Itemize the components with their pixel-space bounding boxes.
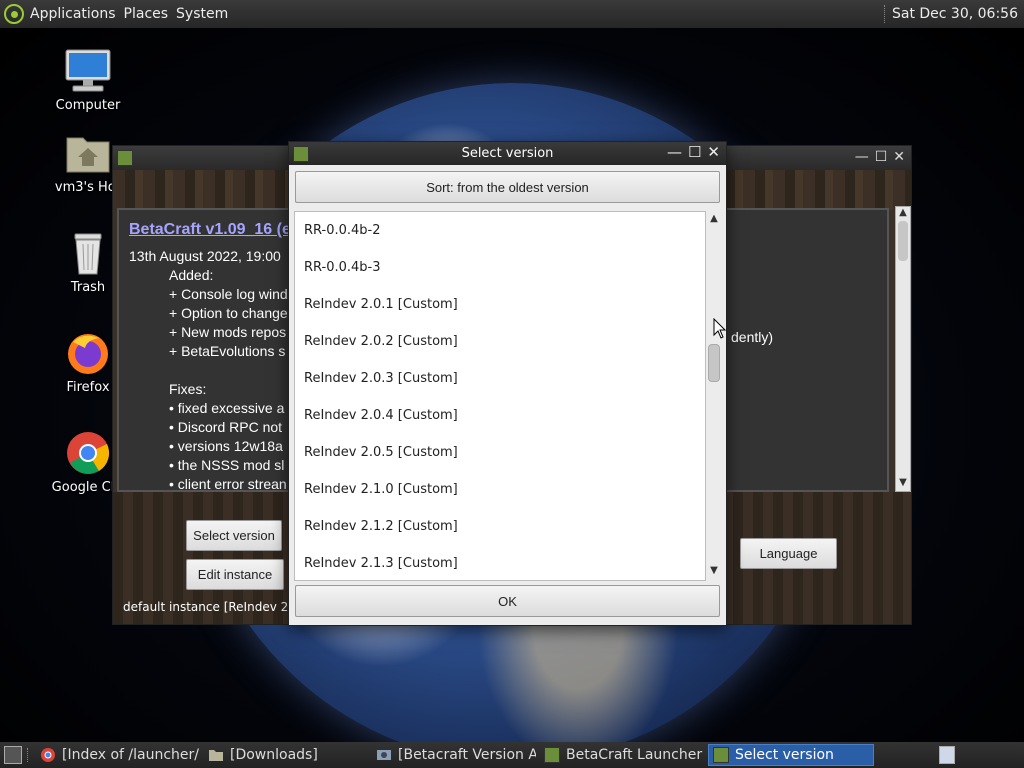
scroll-down-icon[interactable]: ▼ <box>896 477 910 491</box>
scroll-up-icon[interactable]: ▲ <box>706 213 722 227</box>
close-icon[interactable]: ✕ <box>893 149 905 165</box>
version-list-item[interactable]: ReIndev 2.0.1 [Custom] <box>295 286 705 323</box>
changelog-text-fragment: dently) <box>731 329 774 345</box>
desktop-icon-computer[interactable]: Computer <box>38 48 138 113</box>
task-label: [Index of /launcher/... <box>62 747 200 763</box>
chrome-icon <box>41 748 55 762</box>
minimize-icon[interactable]: — <box>855 149 869 165</box>
version-list-item[interactable]: RR-0.0.4b-3 <box>295 249 705 286</box>
version-list-item[interactable]: ReIndev 2.0.4 [Custom] <box>295 397 705 434</box>
version-list-item[interactable]: ReIndev 2.0.3 [Custom] <box>295 360 705 397</box>
version-list-item[interactable]: ReIndev 2.1.2 [Custom] <box>295 508 705 545</box>
version-list[interactable]: RR-0.0.4b-2 RR-0.0.4b-3 ReIndev 2.0.1 [Cus… <box>294 211 706 581</box>
viewer-icon <box>377 750 391 760</box>
betacraft-icon <box>713 747 729 763</box>
scroll-up-icon[interactable]: ▲ <box>896 207 910 221</box>
taskbar-separator <box>27 748 29 762</box>
mouse-cursor-icon <box>713 318 727 339</box>
scrollbar-thumb[interactable] <box>898 221 908 261</box>
version-list-item[interactable]: ReIndev 2.1.0 [Custom] <box>295 471 705 508</box>
scroll-down-icon[interactable]: ▼ <box>706 565 722 579</box>
task-label: BetaCraft Launcher ... <box>566 747 704 763</box>
betacraft-icon <box>293 146 309 162</box>
menu-system[interactable]: System <box>176 6 228 22</box>
workspace-switcher-icon[interactable] <box>939 746 955 764</box>
version-list-item[interactable]: ReIndev 2.0.5 [Custom] <box>295 434 705 471</box>
dialog-titlebar[interactable]: Select version — ☐ ✕ <box>289 142 726 165</box>
panel-separator <box>883 5 886 23</box>
top-panel: Applications Places System Sat Dec 30, 0… <box>0 0 1024 28</box>
folder-icon <box>209 750 223 761</box>
select-version-button[interactable]: Select version <box>186 520 282 551</box>
task-label: [Downloads] <box>230 747 318 763</box>
home-folder-icon <box>63 130 113 176</box>
version-list-item[interactable]: ReIndev 2.0.2 [Custom] <box>295 323 705 360</box>
edit-instance-button[interactable]: Edit instance <box>186 559 284 590</box>
task-chrome-index[interactable]: [Index of /launcher/... <box>36 744 200 766</box>
changelog-scrollbar[interactable]: ▲ ▼ <box>895 206 911 492</box>
desktop-icon-label: Computer <box>55 98 121 113</box>
version-list-scrollbar[interactable]: ▲ ▼ <box>706 211 722 581</box>
scrollbar-thumb[interactable] <box>708 344 720 382</box>
task-betacraft-launcher[interactable]: BetaCraft Launcher ... <box>540 744 704 766</box>
task-downloads[interactable]: [Downloads] <box>204 744 368 766</box>
ok-button[interactable]: OK <box>295 585 720 617</box>
task-label: Select version <box>735 747 834 763</box>
dialog-title: Select version <box>461 146 554 161</box>
menu-applications[interactable]: Applications <box>30 6 116 22</box>
menu-places[interactable]: Places <box>124 6 169 22</box>
firefox-icon <box>63 330 113 376</box>
task-select-version[interactable]: Select version <box>708 744 874 766</box>
maximize-icon[interactable]: ☐ <box>875 149 888 165</box>
betacraft-icon <box>544 747 560 763</box>
bottom-taskbar: [Index of /launcher/... [Downloads] [Bet… <box>0 742 1024 768</box>
version-list-item[interactable]: RR-0.0.4b-2 <box>295 212 705 249</box>
task-betacraft-version-viewer[interactable]: [Betacraft Version A... <box>372 744 536 766</box>
version-list-item[interactable]: ReIndev 2.1.3 [Custom] <box>295 545 705 580</box>
maximize-icon[interactable]: ☐ <box>688 143 701 161</box>
select-version-dialog: Select version — ☐ ✕ Sort: from the olde… <box>288 141 727 626</box>
sort-order-button[interactable]: Sort: from the oldest version <box>295 171 720 203</box>
task-label: [Betacraft Version A... <box>398 747 536 763</box>
trash-icon <box>63 230 113 276</box>
chrome-icon <box>63 430 113 476</box>
instance-status: default instance [ReIndev 2. <box>123 600 293 614</box>
language-button[interactable]: Language <box>740 538 837 569</box>
betacraft-icon <box>117 150 133 166</box>
computer-icon <box>63 48 113 94</box>
show-desktop-icon[interactable] <box>4 746 22 764</box>
distro-logo-icon[interactable] <box>4 4 24 24</box>
clock[interactable]: Sat Dec 30, 06:56 <box>892 6 1018 22</box>
close-icon[interactable]: ✕ <box>707 143 720 161</box>
minimize-icon[interactable]: — <box>667 143 682 161</box>
